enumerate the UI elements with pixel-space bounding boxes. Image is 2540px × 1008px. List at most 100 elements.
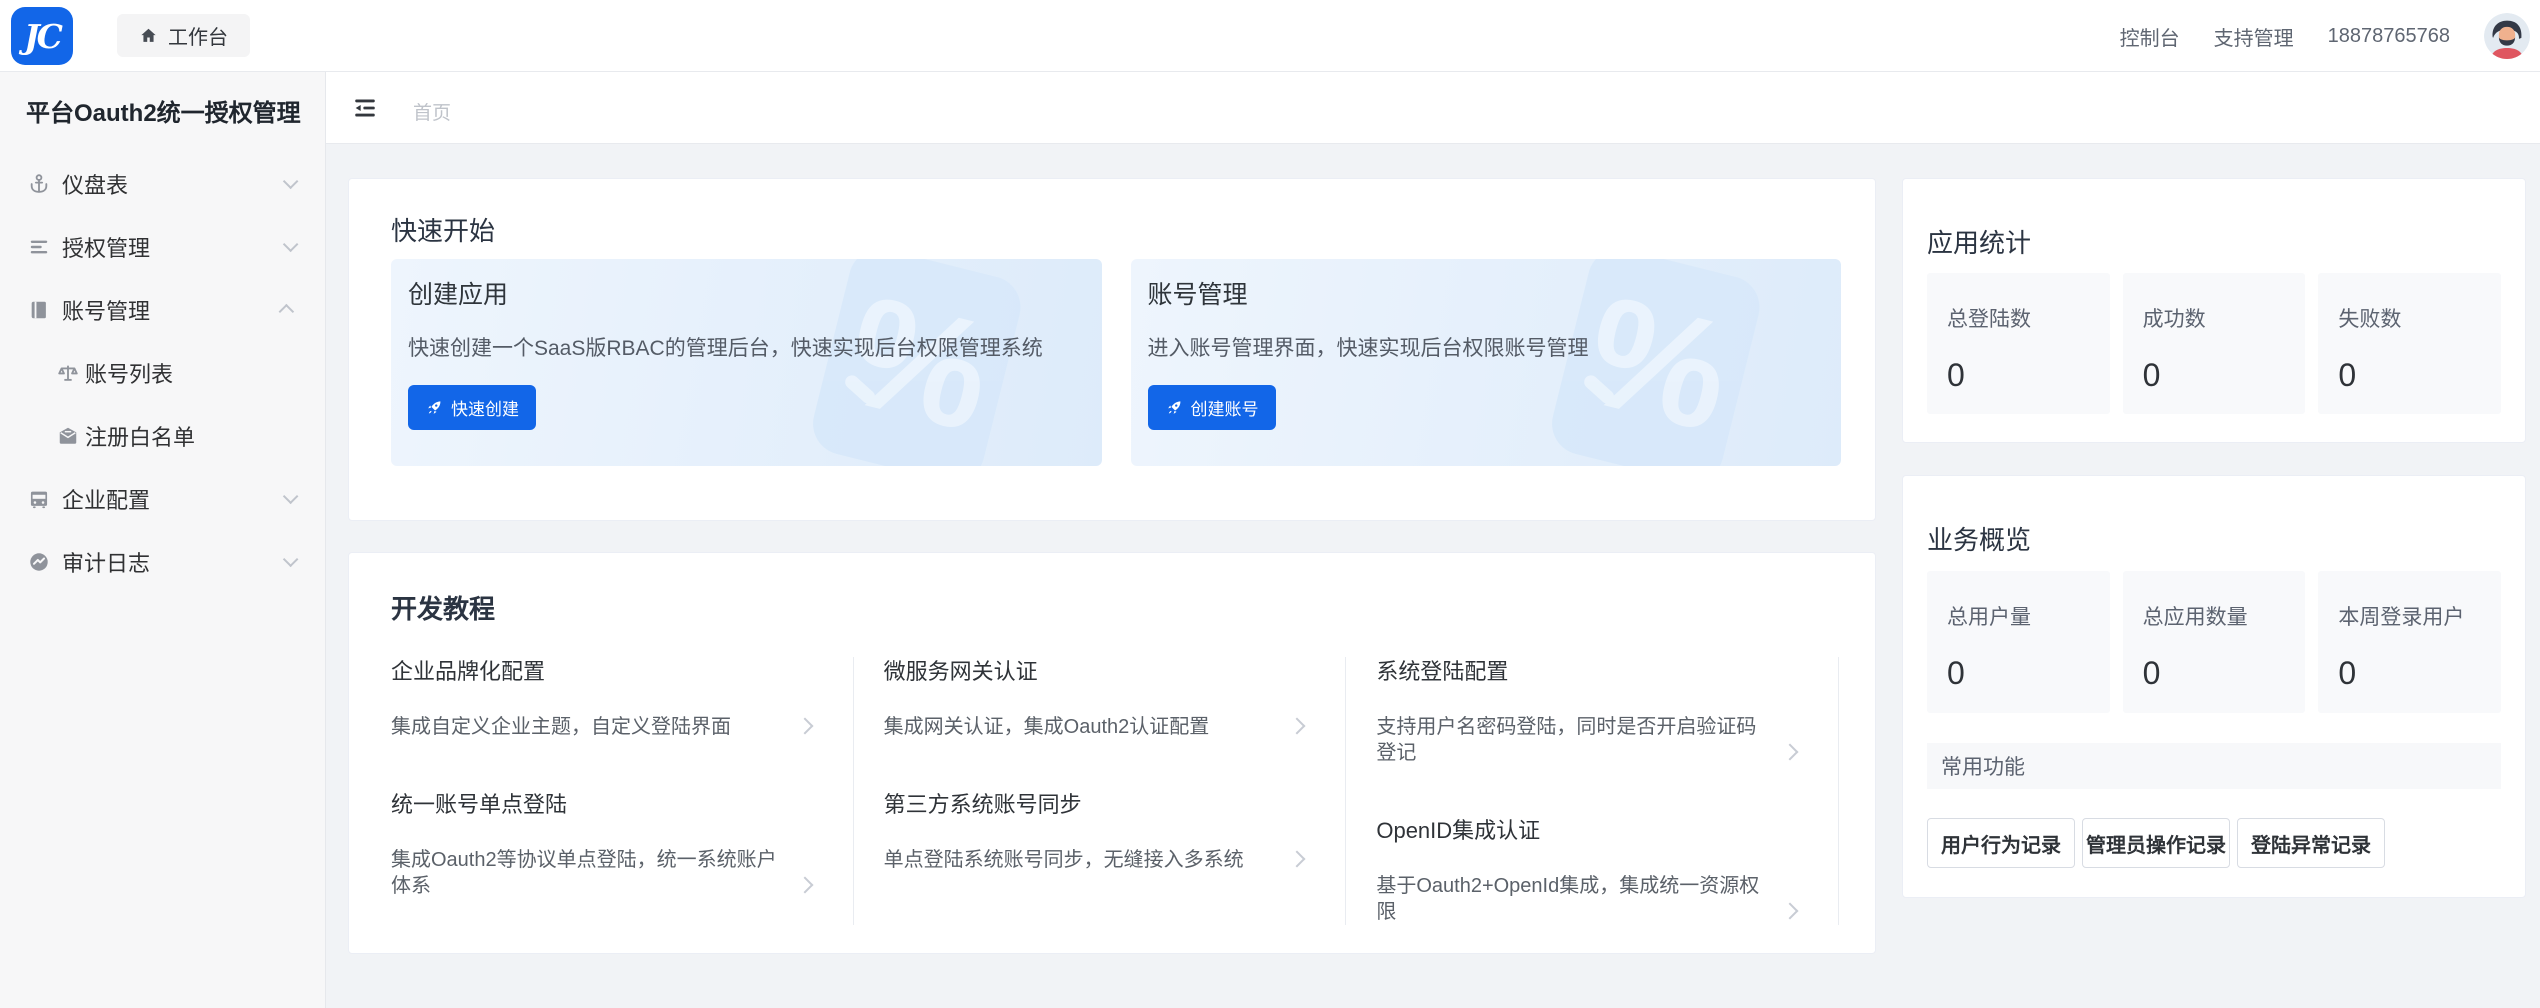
tutorials-card: 开发教程 企业品牌化配置 集成自定义企业主题，自定义登陆界面 统一账号单点登陆 …	[348, 552, 1876, 954]
sidebar-item-label: 账号管理	[62, 294, 283, 326]
app-stats-title: 应用统计	[1927, 223, 2031, 260]
brand-logo[interactable]: JC	[11, 7, 73, 65]
workbench-label: 工作台	[168, 21, 228, 50]
stat-total-users: 总用户量 0	[1927, 571, 2110, 713]
stat-value: 0	[2338, 655, 2501, 692]
tutorial-title: 企业品牌化配置	[391, 657, 781, 687]
chevron-down-icon	[283, 552, 299, 568]
tutorial-desc: 单点登陆系统账号同步，无缝接入多系统	[884, 847, 1274, 873]
chevron-down-icon	[283, 174, 299, 190]
stat-label: 总登陆数	[1947, 303, 2110, 333]
tutorial-desc: 基于Oauth2+OpenId集成，集成统一资源权限	[1376, 873, 1766, 925]
sidebar-item-label: 授权管理	[62, 231, 283, 263]
stat-label: 成功数	[2143, 303, 2306, 333]
quick-start-card: 快速开始 % 创建应用 快速创建一个SaaS版RBAC的管理后台，快速实现后台权…	[348, 178, 1876, 521]
stat-label: 本周登录用户	[2338, 601, 2501, 631]
stat-success-count: 成功数 0	[2123, 273, 2306, 414]
top-header: JC 工作台 控制台 支持管理 18878765768	[0, 0, 2540, 72]
home-icon	[139, 26, 158, 45]
audit-icon	[28, 551, 50, 573]
sidebar-item-label: 审计日志	[62, 546, 283, 578]
book-icon	[28, 299, 50, 321]
sidebar-item-authorization[interactable]: 授权管理	[0, 215, 325, 278]
sidebar-item-label: 企业配置	[62, 483, 283, 515]
sidebar-item-register-whitelist[interactable]: 注册白名单	[0, 404, 325, 467]
console-link[interactable]: 控制台	[2120, 22, 2180, 51]
stat-week-login-users: 本周登录用户 0	[2318, 571, 2501, 713]
tutorial-desc: 集成Oauth2等协议单点登陆，统一系统账户体系	[391, 847, 781, 899]
tutorial-title: OpenID集成认证	[1376, 816, 1766, 846]
breadcrumb[interactable]: 首页	[413, 98, 451, 125]
bus-icon	[28, 488, 50, 510]
app-stats-row: 总登陆数 0 成功数 0 失败数 0	[1927, 273, 2501, 414]
user-avatar[interactable]	[2484, 13, 2530, 59]
app-stats-card: 应用统计 总登陆数 0 成功数 0 失败数 0	[1902, 178, 2526, 443]
sidebar-item-dashboard[interactable]: 仪盘表	[0, 152, 325, 215]
tutorial-title: 系统登陆配置	[1376, 657, 1766, 687]
tutorial-desc: 集成网关认证，集成Oauth2认证配置	[884, 714, 1274, 740]
sidebar-item-audit-log[interactable]: 审计日志	[0, 530, 325, 593]
sidebar: 平台Oauth2统一授权管理 仪盘表 授权管理 账号管理	[0, 72, 326, 1008]
tutorials-title: 开发教程	[391, 589, 495, 626]
sidebar-item-enterprise-config[interactable]: 企业配置	[0, 467, 325, 530]
sidebar-item-accounts[interactable]: 账号管理	[0, 278, 325, 341]
tutorial-item-account-sync[interactable]: 第三方系统账号同步 单点登陆系统账号同步，无缝接入多系统	[884, 790, 1304, 873]
chevron-down-icon	[283, 489, 299, 505]
brand-logo-text: JC	[24, 17, 60, 56]
create-account-button[interactable]: 创建账号	[1148, 385, 1276, 430]
common-functions-row: 用户行为记录 管理员操作记录 登陆异常记录	[1927, 818, 2385, 868]
breadcrumb-bar: 首页	[326, 72, 2540, 144]
rocket-icon	[1165, 399, 1183, 417]
chevron-right-icon	[796, 877, 813, 894]
stat-value: 0	[2143, 357, 2306, 394]
user-behavior-log-button[interactable]: 用户行为记录	[1927, 818, 2075, 868]
account-manage-subcard: % 账号管理 进入账号管理界面，快速实现后台权限账号管理 创建账号	[1131, 259, 1842, 466]
tutorials-column-2: 微服务网关认证 集成网关认证，集成Oauth2认证配置 第三方系统账号同步 单点…	[854, 657, 1347, 925]
menu-fold-icon[interactable]	[352, 95, 378, 121]
tutorial-item-branding[interactable]: 企业品牌化配置 集成自定义企业主题，自定义登陆界面	[391, 657, 811, 740]
stat-label: 总用户量	[1947, 601, 2110, 631]
tutorials-column-3: 系统登陆配置 支持用户名密码登陆，同时是否开启验证码登记 OpenID集成认证 …	[1346, 657, 1839, 925]
stat-fail-count: 失败数 0	[2318, 273, 2501, 414]
tutorial-item-openid[interactable]: OpenID集成认证 基于Oauth2+OpenId集成，集成统一资源权限	[1376, 816, 1796, 925]
quick-start-title: 快速开始	[391, 211, 495, 248]
tutorial-desc: 支持用户名密码登陆，同时是否开启验证码登记	[1376, 714, 1766, 766]
business-stats-row: 总用户量 0 总应用数量 0 本周登录用户 0	[1927, 571, 2501, 713]
stat-value: 0	[1947, 655, 2110, 692]
sidebar-item-label: 注册白名单	[85, 420, 294, 452]
create-app-desc: 快速创建一个SaaS版RBAC的管理后台，快速实现后台权限管理系统	[408, 332, 1102, 362]
common-functions-label: 常用功能	[1941, 751, 2025, 781]
stat-label: 失败数	[2338, 303, 2501, 333]
business-overview-title: 业务概览	[1927, 520, 2031, 557]
tutorials-column-1: 企业品牌化配置 集成自定义企业主题，自定义登陆界面 统一账号单点登陆 集成Oau…	[391, 657, 854, 925]
account-manage-desc: 进入账号管理界面，快速实现后台权限账号管理	[1148, 332, 1842, 362]
stat-value: 0	[2143, 655, 2306, 692]
app-title: 平台Oauth2统一授权管理	[0, 72, 325, 130]
chevron-right-icon	[1782, 744, 1799, 761]
admin-operation-log-button[interactable]: 管理员操作记录	[2082, 818, 2230, 868]
chevron-right-icon	[796, 718, 813, 735]
tutorial-desc: 集成自定义企业主题，自定义登陆界面	[391, 714, 781, 740]
login-exception-log-button[interactable]: 登陆异常记录	[2237, 818, 2385, 868]
tutorial-item-gateway[interactable]: 微服务网关认证 集成网关认证，集成Oauth2认证配置	[884, 657, 1304, 740]
stat-total-apps: 总应用数量 0	[2123, 571, 2306, 713]
main-content: 快速开始 % 创建应用 快速创建一个SaaS版RBAC的管理后台，快速实现后台权…	[326, 144, 2540, 1008]
tutorial-title: 统一账号单点登陆	[391, 790, 781, 820]
quick-create-label: 快速创建	[451, 395, 519, 420]
anchor-icon	[28, 173, 50, 195]
stat-total-logins: 总登陆数 0	[1927, 273, 2110, 414]
tutorial-item-login-config[interactable]: 系统登陆配置 支持用户名密码登陆，同时是否开启验证码登记	[1376, 657, 1796, 766]
sidebar-item-account-list[interactable]: 账号列表	[0, 341, 325, 404]
sidebar-item-label: 账号列表	[85, 357, 294, 389]
phone-number: 18878765768	[2328, 25, 2450, 48]
support-link[interactable]: 支持管理	[2214, 22, 2294, 51]
header-right-group: 控制台 支持管理 18878765768	[2120, 0, 2530, 72]
tutorial-item-sso[interactable]: 统一账号单点登陆 集成Oauth2等协议单点登陆，统一系统账户体系	[391, 790, 811, 899]
chevron-right-icon	[1289, 851, 1306, 868]
quick-create-button[interactable]: 快速创建	[408, 385, 536, 430]
scales-icon	[57, 362, 79, 384]
workbench-button[interactable]: 工作台	[117, 14, 250, 57]
business-overview-card: 业务概览 总用户量 0 总应用数量 0 本周登录用户 0 常用功能 用户行为记录…	[1902, 475, 2526, 898]
chevron-right-icon	[1782, 903, 1799, 920]
stat-value: 0	[1947, 357, 2110, 394]
